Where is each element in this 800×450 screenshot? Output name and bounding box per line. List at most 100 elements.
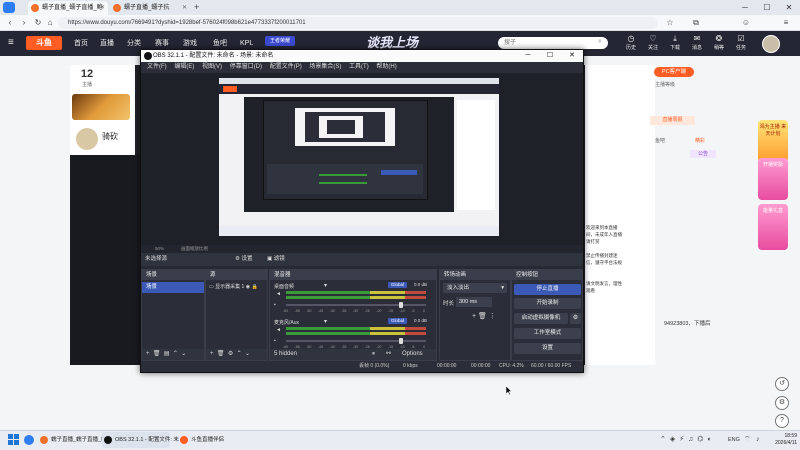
volume-slider[interactable] xyxy=(286,340,426,342)
source-item[interactable]: ▭ 显示器采集 1 ◉ 🔒 xyxy=(206,282,267,293)
browser-logo-icon[interactable] xyxy=(3,2,15,13)
move-up-icon[interactable]: ⌃ xyxy=(173,351,178,357)
replay-icon[interactable]: ↺ xyxy=(775,377,789,391)
browser-menu-icon[interactable]: ≡ xyxy=(780,16,792,29)
system-tray-icons[interactable]: ⌃◈⚡♫⌬◐ xyxy=(660,433,716,447)
search-input[interactable]: 搜子 xyxy=(498,37,608,49)
network-icon[interactable]: ⌔ xyxy=(744,433,751,447)
close-window-button[interactable]: ✕ xyxy=(778,0,800,15)
forward-icon[interactable]: › xyxy=(18,16,30,29)
maximize-button[interactable]: ☐ xyxy=(756,0,778,15)
channel-lock-icon[interactable]: ▪ xyxy=(274,302,276,308)
obs-maximize-button[interactable]: ☐ xyxy=(539,50,561,62)
add-source-icon[interactable]: + xyxy=(210,351,214,357)
tasks-button[interactable]: ☑ 任务 xyxy=(730,33,752,55)
obs-close-button[interactable]: ✕ xyxy=(561,50,583,62)
link-icon[interactable]: ⚯ xyxy=(386,349,391,360)
menu-view[interactable]: 视图(V) xyxy=(202,62,222,73)
filters-button[interactable]: ▣ 滤镜 xyxy=(267,253,285,266)
add-scene-icon[interactable]: + xyxy=(146,351,150,357)
close-tab-icon[interactable]: ✕ xyxy=(182,1,187,15)
preview-canvas[interactable] xyxy=(219,78,499,236)
right-item-highlight[interactable]: 精彩 xyxy=(695,137,705,144)
channel-lock-icon[interactable]: ▪ xyxy=(274,338,276,344)
eye-icon[interactable]: ◉ xyxy=(246,284,250,290)
settings-icon[interactable]: ⚙ xyxy=(775,396,789,410)
browser-tab-1[interactable]: 蠕子直播_蠕子直播_鲍 ✕ xyxy=(28,1,108,15)
promo-card-1[interactable]: 渴为主播 来天计划 xyxy=(758,120,788,162)
menu-icon[interactable]: ≡ xyxy=(8,37,20,49)
douyu-logo[interactable]: 斗鱼 xyxy=(26,36,62,50)
download-button[interactable]: ⤓ 下载 xyxy=(664,33,686,55)
taskbar-app-obs[interactable]: OBS 32.1.1 - 配置文件: 未 xyxy=(102,432,179,448)
banner-thumbnail[interactable] xyxy=(72,94,130,120)
right-item-level[interactable]: 主播等级 xyxy=(655,81,675,88)
history-button[interactable]: ◷ 历史 xyxy=(620,33,642,55)
speaker-icon[interactable]: ◄ xyxy=(276,327,281,333)
virtual-camera-button[interactable]: 启动虚拟摄像机 xyxy=(514,313,568,324)
properties-button[interactable]: ⚙ 设置 xyxy=(235,253,252,266)
menu-scene-collection[interactable]: 场景集合(S) xyxy=(309,62,341,73)
duration-input[interactable]: 300 ms xyxy=(456,297,492,307)
search-icon[interactable]: ⌕ xyxy=(598,38,602,46)
close-tab-icon[interactable]: ✕ xyxy=(100,1,105,15)
channel-tag[interactable]: Global xyxy=(388,282,408,288)
channel-settings-icon[interactable]: ▾ xyxy=(324,318,327,325)
remove-scene-icon[interactable]: 🗑 xyxy=(153,351,161,357)
transition-menu-icon[interactable]: ⋮ xyxy=(489,313,496,320)
scene-filter-icon[interactable]: ▤ xyxy=(164,351,170,357)
obs-preview-area[interactable] xyxy=(141,73,583,245)
channel-tag[interactable]: Global xyxy=(388,318,408,324)
remove-source-icon[interactable]: 🗑 xyxy=(217,351,225,357)
lock-icon[interactable]: 🔒 xyxy=(251,284,257,290)
new-tab-button[interactable]: + xyxy=(194,0,206,15)
virtual-camera-settings-icon[interactable]: ⚙ xyxy=(570,313,581,324)
right-item-notice[interactable]: 公告 xyxy=(690,150,716,158)
windows-start-icon[interactable] xyxy=(8,434,19,445)
transition-select[interactable]: 淡入淡出 ▾ xyxy=(443,283,507,293)
right-item-fishbar[interactable]: 鱼吧 xyxy=(655,137,665,144)
extensions-icon[interactable]: ⧉ xyxy=(690,16,702,29)
menu-help[interactable]: 帮助(H) xyxy=(376,62,396,73)
studio-mode-button[interactable]: 工作室模式 xyxy=(514,328,581,339)
feedback-icon[interactable]: ? xyxy=(775,414,789,428)
stop-streaming-button[interactable]: 停止直播 xyxy=(514,284,581,295)
pc-client-button[interactable]: PC客户端 xyxy=(654,67,694,77)
volume-icon[interactable]: ♪ xyxy=(756,433,760,447)
nav-category[interactable]: 分类 xyxy=(127,31,141,56)
scene-item[interactable]: 场景 xyxy=(142,282,204,293)
speaker-icon[interactable]: ◄ xyxy=(276,291,281,297)
add-transition-icon[interactable]: + xyxy=(472,313,476,320)
volume-slider[interactable] xyxy=(286,304,426,306)
bookmark-icon[interactable]: ☆ xyxy=(664,16,676,29)
pause-icon[interactable]: ⏸ xyxy=(372,349,375,360)
nav-badge[interactable]: 王者荣耀 xyxy=(265,36,295,46)
home-icon[interactable]: ⌂ xyxy=(44,16,56,29)
input-language[interactable]: ENG xyxy=(728,433,740,447)
mixer-options-button[interactable]: Options xyxy=(402,349,423,360)
nav-live[interactable]: 直播 xyxy=(100,31,114,56)
settings-button[interactable]: 设置 xyxy=(514,343,581,354)
volume-slider-handle[interactable] xyxy=(398,338,403,344)
obs-minimize-button[interactable]: ─ xyxy=(517,50,539,62)
profile-icon[interactable]: ☺ xyxy=(740,16,752,29)
taskbar-browser-icon[interactable] xyxy=(24,435,34,445)
streamer-name[interactable]: 骑砍 xyxy=(102,131,118,142)
move-down-icon[interactable]: ⌄ xyxy=(181,351,186,357)
channel-settings-icon[interactable]: ▾ xyxy=(324,282,327,289)
zoom-value[interactable]: 50% xyxy=(155,245,164,253)
promo-card-2[interactable]: 开播奖励 xyxy=(758,158,788,200)
promo-card-3[interactable]: 能量礼盒 xyxy=(758,204,788,250)
volume-slider-handle[interactable] xyxy=(398,302,403,308)
source-up-icon[interactable]: ⌃ xyxy=(237,351,242,357)
taskbar-clock[interactable]: 18:59 2026/4/11 xyxy=(775,433,797,447)
back-icon[interactable]: ‹ xyxy=(4,16,16,29)
messages-button[interactable]: ✉ 消息 xyxy=(686,33,708,55)
source-down-icon[interactable]: ⌄ xyxy=(245,351,250,357)
menu-docks[interactable]: 停靠窗口(D) xyxy=(230,62,262,73)
nav-home[interactable]: 首页 xyxy=(74,31,88,56)
source-props-icon[interactable]: ⚙ xyxy=(228,351,233,357)
streamer-avatar[interactable] xyxy=(76,128,98,150)
reload-icon[interactable]: ↻ xyxy=(32,16,44,29)
right-item-report[interactable]: 直播周报 xyxy=(650,116,695,125)
